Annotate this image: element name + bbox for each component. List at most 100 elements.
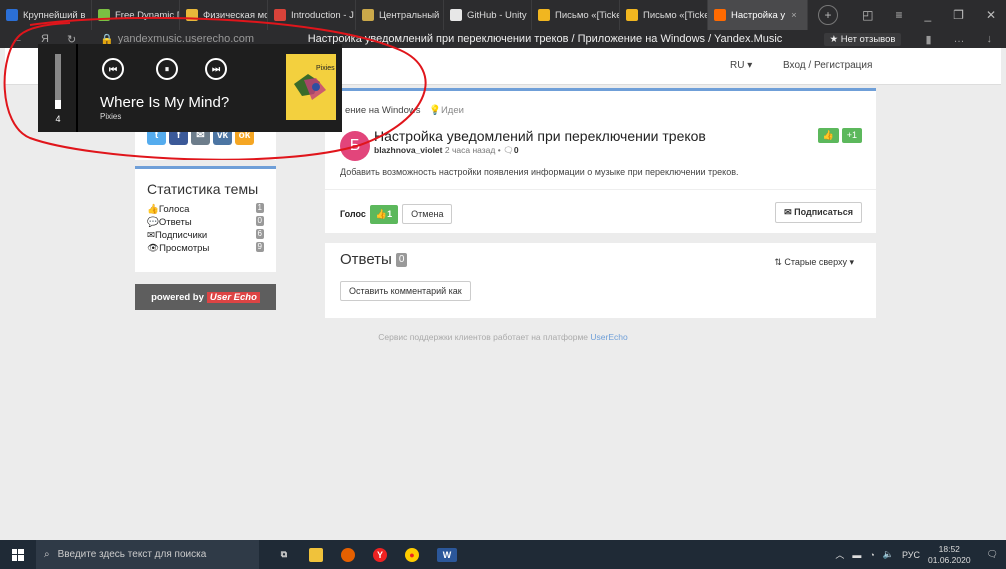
close-window-icon[interactable]: ✕ <box>986 8 996 22</box>
envelope-icon: ✉ <box>147 230 155 241</box>
stat-row-views: 👁Просмотры 9 <box>147 242 264 254</box>
vote-label: Голос <box>340 209 366 219</box>
tab-label: Центральный <box>379 9 440 21</box>
taskbar-search-box[interactable]: ⌕ Введите здесь текст для поиска <box>36 540 259 569</box>
pause-button[interactable]: ⏸ <box>156 58 178 80</box>
stats-title: Статистика темы <box>147 181 259 197</box>
next-track-button[interactable]: ⏭ <box>205 58 227 80</box>
stat-row-subscribers: ✉Подписчики 6 <box>147 229 264 241</box>
browser-tab[interactable]: Introduction - J <box>268 0 356 30</box>
browser-tab[interactable]: Free Dynamic D <box>92 0 180 30</box>
search-placeholder: Введите здесь текст для поиска <box>57 549 207 560</box>
clock[interactable]: 18:52 01.06.2020 <box>928 544 971 566</box>
browser-tab[interactable]: Письмо «[Ticke <box>532 0 620 30</box>
volume-level: 4 <box>55 114 61 124</box>
search-icon: ⌕ <box>44 549 50 560</box>
tab-favicon-icon <box>626 9 638 21</box>
answers-title: Ответы 0 <box>340 251 408 268</box>
powered-by-banner[interactable]: powered by User Echo <box>135 284 276 310</box>
word-icon[interactable]: W <box>437 547 457 562</box>
comment-count: 0 <box>513 145 519 155</box>
vote-button[interactable]: 👍1 <box>369 204 399 224</box>
album-cover: Pixies <box>286 54 336 120</box>
page-title: Настройка уведомлений при переключении т… <box>307 33 783 45</box>
lightbulb-icon: 💡 <box>429 105 441 116</box>
artist-name: Pixies <box>100 112 122 121</box>
tab-favicon-icon <box>714 9 726 21</box>
album-art-image: Pixies <box>286 54 336 120</box>
input-language[interactable]: РУС <box>902 550 920 560</box>
notifications-icon[interactable]: 🗨 <box>987 549 998 560</box>
language-selector[interactable]: RU ▾ <box>730 60 752 71</box>
sidebar-icon[interactable]: ◰ <box>862 8 873 22</box>
menu-icon[interactable]: ≡ <box>895 8 902 22</box>
back-icon[interactable]: ← <box>12 33 23 46</box>
sort-dropdown[interactable]: ⇅ Старые сверху ▾ <box>774 257 854 268</box>
eye-icon: 👁 <box>147 243 160 254</box>
battery-icon[interactable]: ▬ <box>852 550 861 560</box>
bookmark-icon[interactable]: ▮ <box>925 33 931 46</box>
browser-tab[interactable]: Письмо «[Ticke <box>620 0 708 30</box>
browser-tab[interactable]: Настройка у × <box>708 0 808 30</box>
tab-label: Письмо «[Ticke <box>643 9 708 21</box>
minimize-icon[interactable]: _ <box>924 8 931 22</box>
close-tab-icon[interactable]: × <box>791 10 797 21</box>
post-time: 2 часа назад <box>444 145 496 155</box>
window-controls: ◰ ≡ _ ❐ ✕ <box>862 8 1006 22</box>
userecho-link[interactable]: UserEcho <box>590 332 627 342</box>
stat-count: 0 <box>255 216 264 226</box>
tab-label: Крупнейший в <box>23 9 86 21</box>
browser-tab[interactable]: Центральный <box>356 0 444 30</box>
previous-track-button[interactable]: ⏮ <box>102 58 124 80</box>
yandex-browser-icon[interactable]: Y <box>373 547 387 562</box>
media-overlay: 4 ⏮ ⏸ ⏭ Where Is My Mind? Pixies Pixies <box>38 44 342 132</box>
tab-label: Introduction - J <box>291 9 354 21</box>
tab-favicon-icon <box>6 9 18 21</box>
browser-tab[interactable]: GitHub - Unity <box>444 0 532 30</box>
stat-count: 1 <box>255 203 264 213</box>
breadcrumb-forum[interactable]: ение на Windows <box>345 105 420 116</box>
download-icon[interactable]: ↓ <box>987 33 993 46</box>
yandex-music-icon[interactable]: ● <box>405 547 419 562</box>
task-view-icon[interactable]: ⧉ <box>277 548 291 562</box>
breadcrumb: ение на Windows 💡Идеи <box>345 105 464 116</box>
more-icon[interactable]: … <box>954 33 965 46</box>
song-title: Where Is My Mind? <box>100 94 230 111</box>
comment-icon: 🗨 <box>503 145 514 155</box>
tab-favicon-icon <box>538 9 550 21</box>
volume-panel: 4 <box>38 44 78 132</box>
firefox-icon[interactable] <box>341 547 355 562</box>
stat-row-votes: 👍Голоса 1 <box>147 203 264 215</box>
tab-label: Письмо «[Ticke <box>555 9 620 21</box>
avatar[interactable]: Б <box>340 131 370 161</box>
author-link[interactable]: blazhnova_violet <box>374 145 443 155</box>
file-explorer-icon[interactable] <box>309 547 323 562</box>
restore-icon[interactable]: ❐ <box>953 8 964 22</box>
network-icon[interactable]: ◔ <box>869 550 874 560</box>
topic-title: Настройка уведомлений при переключении т… <box>374 128 706 144</box>
tray-arrow-icon[interactable]: ︿ <box>835 548 844 561</box>
system-tray: ︿ ▬ ◔ 🔈 РУС 18:52 01.06.2020 🗨 <box>835 544 1006 566</box>
browser-tab[interactable]: Крупнейший в <box>0 0 92 30</box>
login-link[interactable]: Вход / Регистрация <box>783 60 872 71</box>
breadcrumb-category[interactable]: Идеи <box>441 105 464 116</box>
stats-box: Статистика темы 👍Голоса 1 💬Ответы 0 ✉Под… <box>135 166 276 272</box>
subscribe-button[interactable]: ✉ Подписаться <box>775 202 862 223</box>
volume-icon[interactable]: 🔈 <box>883 549 894 560</box>
cancel-vote-button[interactable]: Отмена <box>402 204 453 224</box>
tab-label: Физическая мо <box>203 9 268 21</box>
new-tab-button[interactable]: + <box>818 5 838 25</box>
tab-favicon-icon <box>450 9 462 21</box>
tab-favicon-icon <box>274 9 286 21</box>
leave-comment-button[interactable]: Оставить комментарий как <box>340 281 471 301</box>
windows-taskbar: ⌕ Введите здесь текст для поиска ⧉ Y ● W… <box>0 540 1006 569</box>
review-button[interactable]: ★ Нет отзывов <box>823 32 902 46</box>
tab-favicon-icon <box>186 9 198 21</box>
userecho-logo: User Echo <box>206 291 260 303</box>
windows-start-icon[interactable] <box>0 540 36 569</box>
browser-tab[interactable]: Физическая мо <box>180 0 268 30</box>
stat-count: 6 <box>255 229 264 239</box>
stat-count: 9 <box>255 242 264 252</box>
thumbs-up-icon[interactable]: 👍 <box>817 128 839 143</box>
thumbs-up-icon: 👍 <box>147 204 159 215</box>
